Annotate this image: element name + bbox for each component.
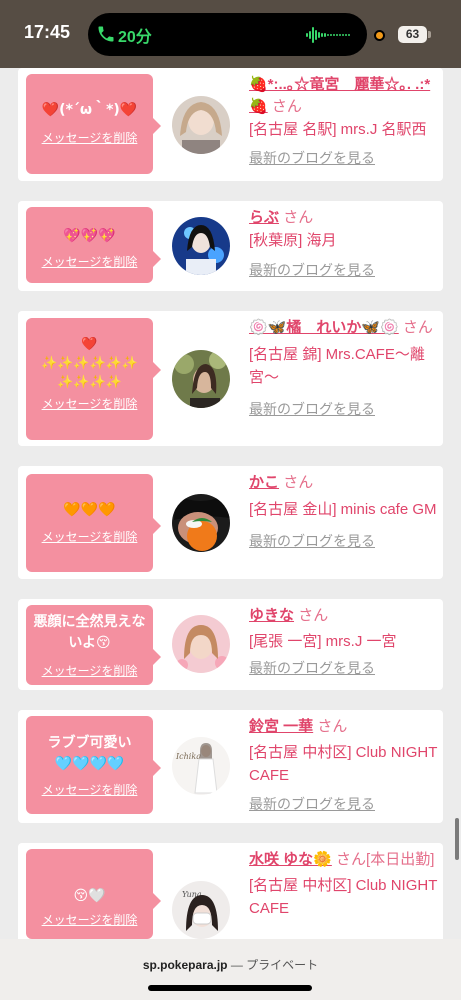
latest-blog-link[interactable]: 最新のブログを見る — [249, 531, 439, 551]
message-card: ❤️ ✨✨✨✨✨✨ ✨✨✨✨ メッセージを削除 🍥🦋橘 れいか🦋🍥 さん [名古… — [18, 311, 443, 446]
honorific: さん — [317, 718, 348, 735]
message-bubble: ❤️(*´ω｀*)❤️ メッセージを削除 — [26, 74, 161, 174]
avatar[interactable] — [172, 615, 230, 673]
message-bubble: 💖💖💖 メッセージを削除 — [26, 207, 161, 283]
private-mode-label: — プライベート — [227, 958, 319, 972]
delete-message-link[interactable]: メッセージを削除 — [42, 781, 138, 798]
message-text: 🧡🧡🧡 — [63, 502, 116, 518]
avatar[interactable] — [172, 494, 230, 552]
message-bubble: ❤️ ✨✨✨✨✨✨ ✨✨✨✨ メッセージを削除 — [26, 318, 161, 440]
message-bubble: 🧡🧡🧡 メッセージを削除 — [26, 474, 161, 572]
battery-tip — [428, 31, 431, 38]
message-card: 💖💖💖 メッセージを削除 らぶ さん [秋葉原] 海月 最新のブログを見る — [18, 201, 443, 291]
delete-message-link[interactable]: メッセージを削除 — [42, 253, 138, 270]
delete-message-link[interactable]: メッセージを削除 — [42, 662, 138, 679]
home-indicator[interactable] — [148, 985, 312, 991]
girl-name-link[interactable]: 🍥🦋橘 れいか🦋🍥 — [249, 319, 399, 336]
latest-blog-link[interactable]: 最新のブログを見る — [249, 260, 439, 280]
message-card: ❤️(*´ω｀*)❤️ メッセージを削除 🍓*:..｡☆竜宮 麗華☆｡. .:*… — [18, 68, 443, 181]
avatar[interactable] — [172, 350, 230, 408]
message-text: ラブブ可愛い🩵🩵🩵🩵 — [47, 735, 132, 772]
girl-name-link[interactable]: らぶ — [249, 209, 279, 226]
girl-name-link[interactable]: ゆきな — [249, 607, 294, 624]
message-card: 🧡🧡🧡 メッセージを削除 かこ さん [名古屋 金山] minis cafe G… — [18, 466, 443, 579]
latest-blog-link[interactable]: 最新のブログを見る — [249, 399, 439, 419]
delete-message-link[interactable]: メッセージを削除 — [42, 911, 138, 928]
honorific: さん — [283, 474, 314, 491]
girl-info: 🍥🦋橘 れいか🦋🍥 さん [名古屋 錦] Mrs.CAFE〜離宮〜 最新のブログ… — [249, 317, 439, 419]
girl-info: ゆきな さん [尾張 一宮] mrs.J 一宮 最新のブログを見る — [249, 605, 439, 678]
mic-indicator-icon — [374, 30, 385, 41]
shop-info: [名古屋 名駅] mrs.J 名駅西 — [249, 121, 427, 138]
message-bubble: 悪顔に全然見えないよ😚 メッセージを削除 — [26, 605, 161, 685]
message-card: ラブブ可愛い🩵🩵🩵🩵 メッセージを削除 Ichika 鈴宮 一華 さん [名古屋… — [18, 710, 443, 823]
shop-info: [名古屋 錦] Mrs.CAFE〜離宮〜 — [249, 346, 425, 386]
shop-info: [秋葉原] 海月 — [249, 232, 337, 249]
shop-info: [名古屋 中村区] Club NIGHT CAFE — [249, 744, 438, 784]
latest-blog-link[interactable]: 最新のブログを見る — [249, 148, 439, 168]
call-duration: 20分 — [118, 29, 152, 46]
honorific: さん — [402, 319, 433, 336]
girl-name-link[interactable]: 鈴宮 一華 — [249, 718, 313, 735]
avatar[interactable] — [172, 217, 230, 275]
avatar[interactable] — [172, 96, 230, 154]
shop-info: [名古屋 中村区] Club NIGHT CAFE — [249, 877, 438, 917]
message-bubble: ラブブ可愛い🩵🩵🩵🩵 メッセージを削除 — [26, 716, 161, 814]
girl-info: 🍓*:..｡☆竜宮 麗華☆｡. .:*🍓 さん [名古屋 名駅] mrs.J 名… — [249, 74, 439, 168]
message-text: 悪顔に全然見えないよ😚 — [33, 614, 146, 651]
svg-text:Ichika: Ichika — [175, 752, 201, 761]
message-bubble: 😚🤍 メッセージを削除 — [26, 849, 161, 939]
scrollbar[interactable] — [455, 818, 459, 860]
battery-icon: 63 — [398, 26, 427, 43]
clock: 17:45 — [24, 22, 71, 42]
url-domain: sp.pokepara.jp — [142, 958, 228, 972]
girl-info: 水咲 ゆな🌼 さん[本日出勤] [名古屋 中村区] Club NIGHT CAF… — [249, 849, 439, 920]
message-text: ❤️(*´ω｀*)❤️ — [41, 102, 138, 118]
url-text[interactable]: sp.pokepara.jp — プライベート — [0, 956, 461, 973]
girl-info: かこ さん [名古屋 金山] minis cafe GM 最新のブログを見る — [249, 472, 439, 551]
message-card: 😚🤍 メッセージを削除 Yuna 水咲 ゆな🌼 さん[本日出勤] [名古屋 中村… — [18, 843, 443, 939]
message-text: ❤️ ✨✨✨✨✨✨ ✨✨✨✨ — [40, 337, 139, 390]
avatar[interactable]: Ichika — [172, 737, 230, 795]
status-bar: 17:45 20分 63 — [0, 0, 461, 68]
girl-info: らぶ さん [秋葉原] 海月 最新のブログを見る — [249, 207, 439, 280]
delete-message-link[interactable]: メッセージを削除 — [42, 395, 138, 412]
phone-call-icon — [98, 26, 114, 42]
girl-info: 鈴宮 一華 さん [名古屋 中村区] Club NIGHT CAFE 最新のブロ… — [249, 716, 439, 814]
delete-message-link[interactable]: メッセージを削除 — [42, 528, 138, 545]
audio-waveform-icon — [306, 27, 350, 43]
shop-info: [名古屋 金山] minis cafe GM — [249, 501, 437, 518]
avatar[interactable]: Yuna — [172, 881, 230, 939]
girl-name-link[interactable]: かこ — [249, 474, 279, 491]
message-text: 💖💖💖 — [63, 228, 116, 244]
latest-blog-link[interactable]: 最新のブログを見る — [249, 658, 439, 678]
latest-blog-link[interactable]: 最新のブログを見る — [249, 794, 439, 814]
honorific: さん[本日出勤] — [336, 851, 435, 868]
shop-info: [尾張 一宮] mrs.J 一宮 — [249, 633, 397, 650]
girl-name-link[interactable]: 水咲 ゆな🌼 — [249, 851, 332, 868]
honorific: さん — [283, 209, 314, 226]
honorific: さん — [271, 98, 302, 115]
message-text: 😚🤍 — [73, 888, 106, 904]
honorific: さん — [298, 607, 329, 624]
message-card: 悪顔に全然見えないよ😚 メッセージを削除 ゆきな さん [尾張 一宮] mrs.… — [18, 599, 443, 690]
delete-message-link[interactable]: メッセージを削除 — [42, 129, 138, 146]
